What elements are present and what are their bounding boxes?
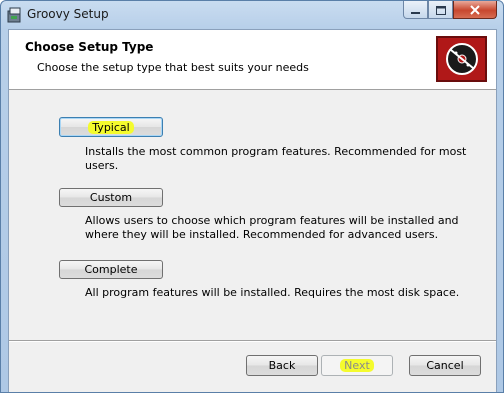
cancel-button[interactable]: Cancel xyxy=(409,355,481,376)
minimize-button[interactable] xyxy=(403,1,428,19)
complete-button[interactable]: Complete xyxy=(59,260,163,279)
complete-description: All program features will be installed. … xyxy=(85,286,460,299)
maximize-icon xyxy=(435,1,446,19)
minimize-icon xyxy=(411,1,420,19)
setup-window: Groovy Setup Choose Setup Type Choose th… xyxy=(0,0,504,393)
page-subtitle: Choose the setup type that best suits yo… xyxy=(37,61,309,74)
back-button[interactable]: Back xyxy=(246,355,318,376)
typical-label: Typical xyxy=(88,120,134,134)
complete-label: Complete xyxy=(84,263,138,276)
back-label: Back xyxy=(268,359,296,372)
window-title: Groovy Setup xyxy=(27,7,109,21)
cancel-label: Cancel xyxy=(426,359,464,372)
header-banner: Choose Setup Type Choose the setup type … xyxy=(9,30,496,90)
next-button[interactable]: Next xyxy=(321,355,393,376)
custom-label: Custom xyxy=(89,191,133,204)
maximize-button[interactable] xyxy=(428,1,453,19)
close-icon xyxy=(470,1,480,19)
installer-icon xyxy=(7,7,23,23)
disc-icon xyxy=(436,36,487,82)
dialog-client: Choose Setup Type Choose the setup type … xyxy=(8,29,497,392)
caption-buttons xyxy=(403,1,497,19)
custom-button[interactable]: Custom xyxy=(59,188,163,207)
close-button[interactable] xyxy=(453,1,497,19)
next-label: Next xyxy=(340,359,374,372)
footer-separator xyxy=(9,340,496,342)
typical-button[interactable]: Typical xyxy=(59,117,163,137)
page-title: Choose Setup Type xyxy=(25,40,154,54)
title-bar[interactable]: Groovy Setup xyxy=(1,1,503,29)
typical-description: Installs the most common program feature… xyxy=(85,145,467,172)
custom-description: Allows users to choose which program fea… xyxy=(85,214,459,241)
